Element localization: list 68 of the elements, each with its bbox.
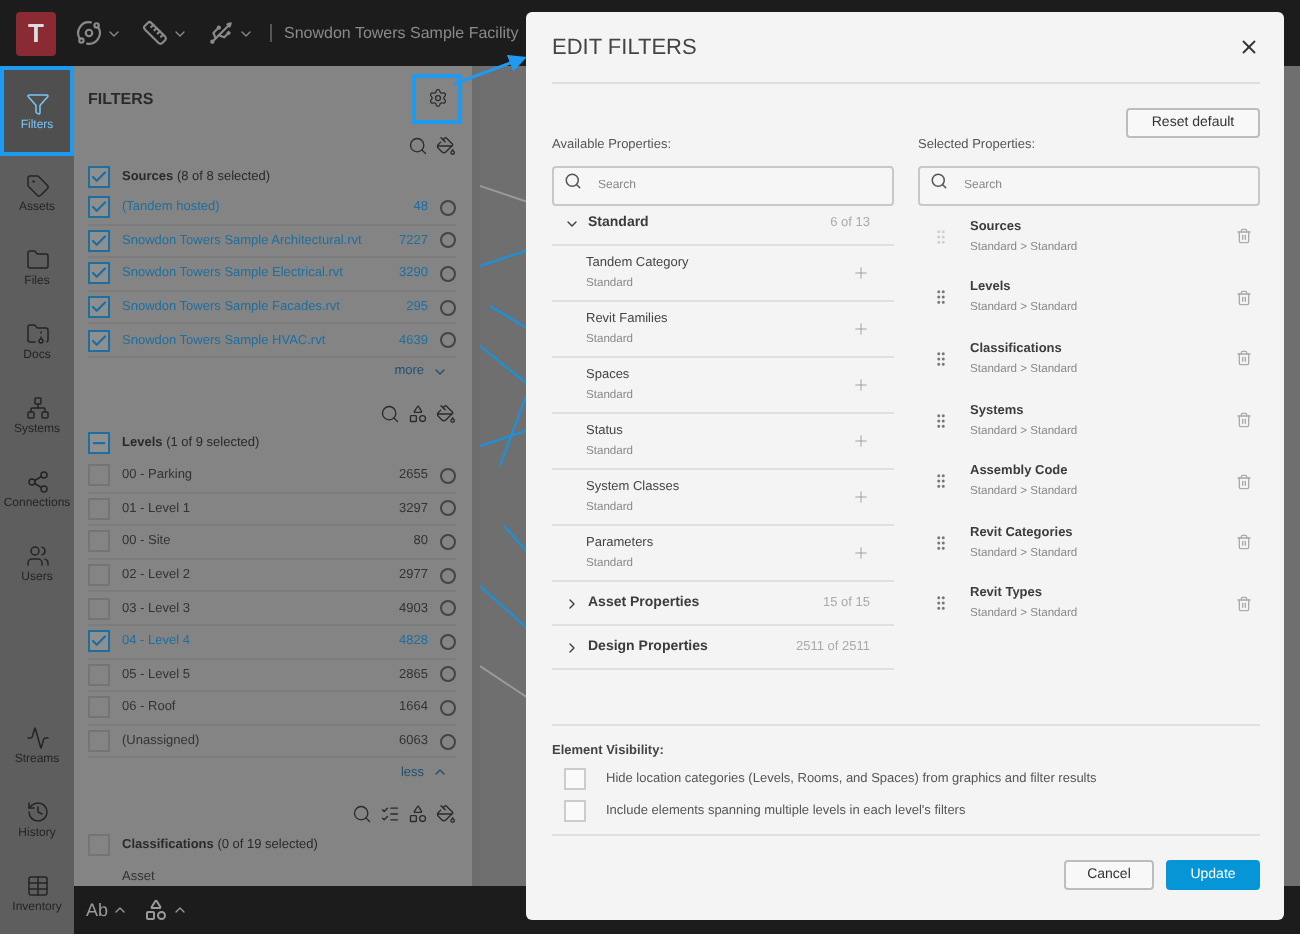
tag-icon [25, 173, 49, 197]
pulse-icon [25, 725, 49, 749]
checkbox[interactable] [88, 262, 110, 285]
delete-button[interactable] [1236, 595, 1252, 612]
search-icon[interactable] [380, 403, 400, 424]
chevron-icon [564, 595, 580, 611]
delete-button[interactable] [1236, 289, 1252, 306]
delete-button[interactable] [1236, 412, 1252, 429]
folder-icon [25, 247, 49, 271]
nodes-icon [25, 469, 49, 493]
settings-button[interactable] [412, 73, 462, 123]
caret-icon [112, 902, 129, 918]
delete-button[interactable] [1236, 534, 1252, 551]
ruler-tool[interactable] [142, 20, 188, 46]
search-icon[interactable] [352, 804, 372, 825]
add-button[interactable] [852, 264, 870, 282]
history-icon [25, 799, 49, 823]
checklist-icon[interactable] [380, 804, 400, 825]
paint-bucket-icon[interactable] [436, 136, 456, 156]
text-tool[interactable]: Ab [86, 900, 129, 920]
filter-icon [25, 91, 49, 115]
folder-icon [25, 321, 49, 345]
drag-handle-icon[interactable] [932, 349, 950, 368]
chevron-icon [564, 639, 580, 655]
app-logo[interactable]: T [16, 11, 56, 55]
hierarchy-icon [25, 395, 49, 419]
panel-title: FILTERS [88, 89, 154, 107]
checkbox[interactable] [88, 329, 110, 352]
add-button[interactable] [852, 488, 870, 506]
paint-bucket-icon[interactable] [436, 403, 456, 424]
checkbox[interactable] [88, 432, 110, 455]
settings-icon [427, 88, 447, 108]
usb-tool[interactable] [208, 20, 254, 46]
caret-icon [172, 902, 189, 918]
add-button[interactable] [852, 432, 870, 450]
search-icon[interactable] [408, 136, 428, 156]
facility-title: Snowdon Towers Sample Facility [270, 24, 519, 42]
checkbox[interactable] [88, 630, 110, 653]
delete-button[interactable] [1236, 473, 1252, 490]
paint-bucket-icon[interactable] [436, 804, 456, 825]
drag-handle-icon[interactable] [932, 227, 950, 246]
checkbox[interactable] [88, 196, 110, 219]
orbit-tool[interactable] [76, 20, 122, 46]
delete-button[interactable] [1236, 228, 1252, 245]
shapes-icon[interactable] [408, 804, 428, 825]
drag-handle-icon[interactable] [932, 594, 950, 613]
shapes-icon[interactable] [408, 403, 428, 424]
drag-handle-icon[interactable] [932, 288, 950, 307]
drag-handle-icon[interactable] [932, 533, 950, 552]
drag-handle-icon[interactable] [932, 411, 950, 430]
users-icon [25, 543, 49, 567]
add-button[interactable] [852, 544, 870, 562]
close-icon [1238, 36, 1260, 58]
checkbox[interactable] [88, 229, 110, 252]
dialog-title: EDIT FILTERS [552, 35, 697, 59]
delete-button[interactable] [1236, 350, 1252, 367]
add-button[interactable] [852, 376, 870, 394]
check-icon [90, 632, 108, 651]
search-icon [564, 172, 582, 190]
markup-tool[interactable] [144, 898, 189, 922]
add-button[interactable] [852, 320, 870, 338]
drag-handle-icon[interactable] [932, 472, 950, 491]
search-icon [930, 172, 948, 190]
close-button[interactable] [1238, 36, 1260, 58]
table-icon [25, 873, 49, 897]
shapes-icon [144, 898, 169, 922]
checkbox[interactable] [88, 165, 110, 187]
checkbox[interactable] [88, 296, 110, 319]
